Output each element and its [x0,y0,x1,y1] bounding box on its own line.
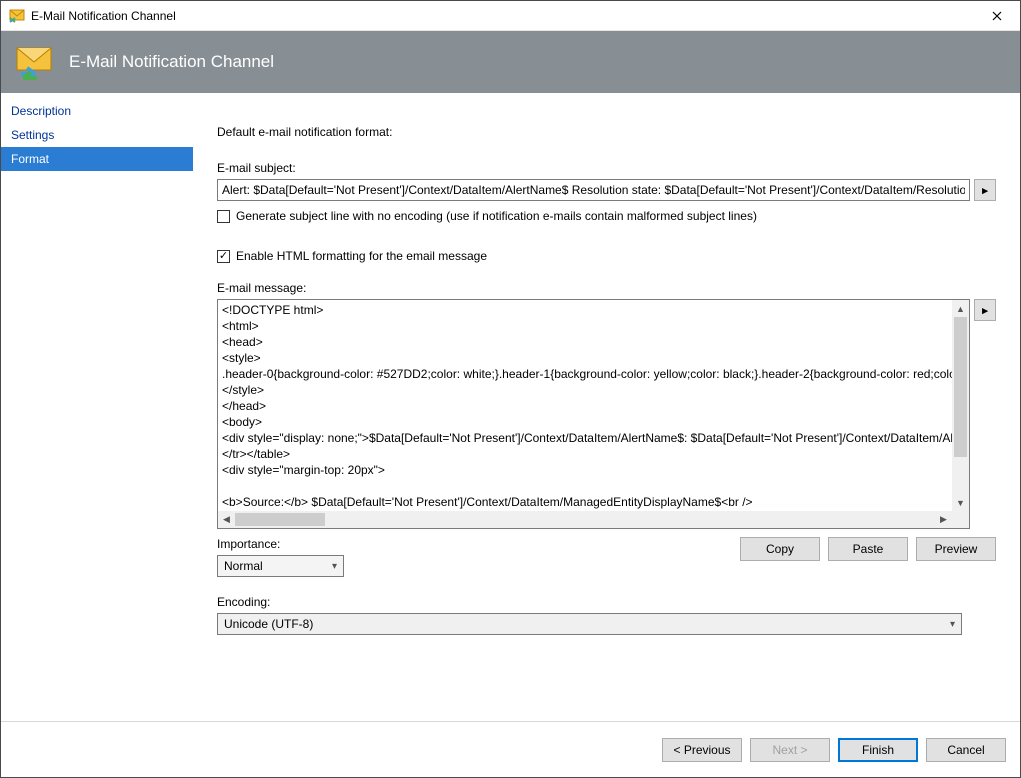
importance-value: Normal [224,559,263,573]
window-root: E-Mail Notification Channel E-Mail Notif… [0,0,1021,778]
no-encoding-label: Generate subject line with no encoding (… [236,209,757,223]
close-button[interactable] [974,1,1020,31]
subject-picker-button[interactable]: ▸ [974,179,996,201]
envelope-icon [15,44,55,80]
cancel-button[interactable]: Cancel [926,738,1006,762]
titlebar: E-Mail Notification Channel [1,1,1020,31]
importance-label: Importance: [217,537,344,551]
banner: E-Mail Notification Channel [1,31,1020,93]
copy-button[interactable]: Copy [740,537,820,561]
window-title: E-Mail Notification Channel [31,9,176,23]
html-formatting-label: Enable HTML formatting for the email mes… [236,249,487,263]
subject-input[interactable] [217,179,970,201]
message-text[interactable]: <!DOCTYPE html> <html> <head> <style> .h… [218,300,952,511]
sidebar: Description Settings Format [1,93,193,721]
sidebar-item-format[interactable]: Format [1,147,193,171]
scroll-left-icon[interactable]: ◀ [218,511,235,528]
banner-title: E-Mail Notification Channel [69,52,274,72]
scroll-down-icon[interactable]: ▼ [952,494,969,511]
chevron-right-icon: ▸ [982,304,988,317]
body: Description Settings Format Default e-ma… [1,93,1020,721]
no-encoding-checkbox-row[interactable]: Generate subject line with no encoding (… [217,209,996,223]
subject-label: E-mail subject: [217,161,996,175]
chevron-down-icon: ▾ [332,561,337,572]
encoding-value: Unicode (UTF-8) [224,617,313,631]
finish-button[interactable]: Finish [838,738,918,762]
preview-button[interactable]: Preview [916,537,996,561]
scroll-up-icon[interactable]: ▲ [952,300,969,317]
chevron-right-icon: ▸ [982,184,988,197]
app-icon [9,8,25,24]
message-textarea[interactable]: <!DOCTYPE html> <html> <head> <style> .h… [217,299,970,529]
message-vscrollbar[interactable]: ▲ ▼ [952,300,969,511]
scroll-right-icon[interactable]: ▶ [935,511,952,528]
next-button: Next > [750,738,830,762]
importance-select[interactable]: Normal ▾ [217,555,344,577]
sidebar-item-description[interactable]: Description [1,99,193,123]
encoding-label: Encoding: [217,595,996,609]
paste-button[interactable]: Paste [828,537,908,561]
sidebar-item-settings[interactable]: Settings [1,123,193,147]
encoding-select[interactable]: Unicode (UTF-8) ▾ [217,613,962,635]
message-label: E-mail message: [217,281,996,295]
scroll-corner [952,511,969,528]
vscroll-thumb[interactable] [954,317,967,457]
html-formatting-checkbox[interactable] [217,250,230,263]
message-picker-button[interactable]: ▸ [974,299,996,321]
wizard-footer: < Previous Next > Finish Cancel [1,721,1020,777]
no-encoding-checkbox[interactable] [217,210,230,223]
content: Default e-mail notification format: E-ma… [193,93,1020,721]
html-formatting-checkbox-row[interactable]: Enable HTML formatting for the email mes… [217,249,996,263]
previous-button[interactable]: < Previous [662,738,742,762]
format-header-label: Default e-mail notification format: [217,125,996,139]
hscroll-thumb[interactable] [235,513,325,526]
message-hscrollbar[interactable]: ◀ ▶ [218,511,952,528]
chevron-down-icon: ▾ [950,619,955,630]
